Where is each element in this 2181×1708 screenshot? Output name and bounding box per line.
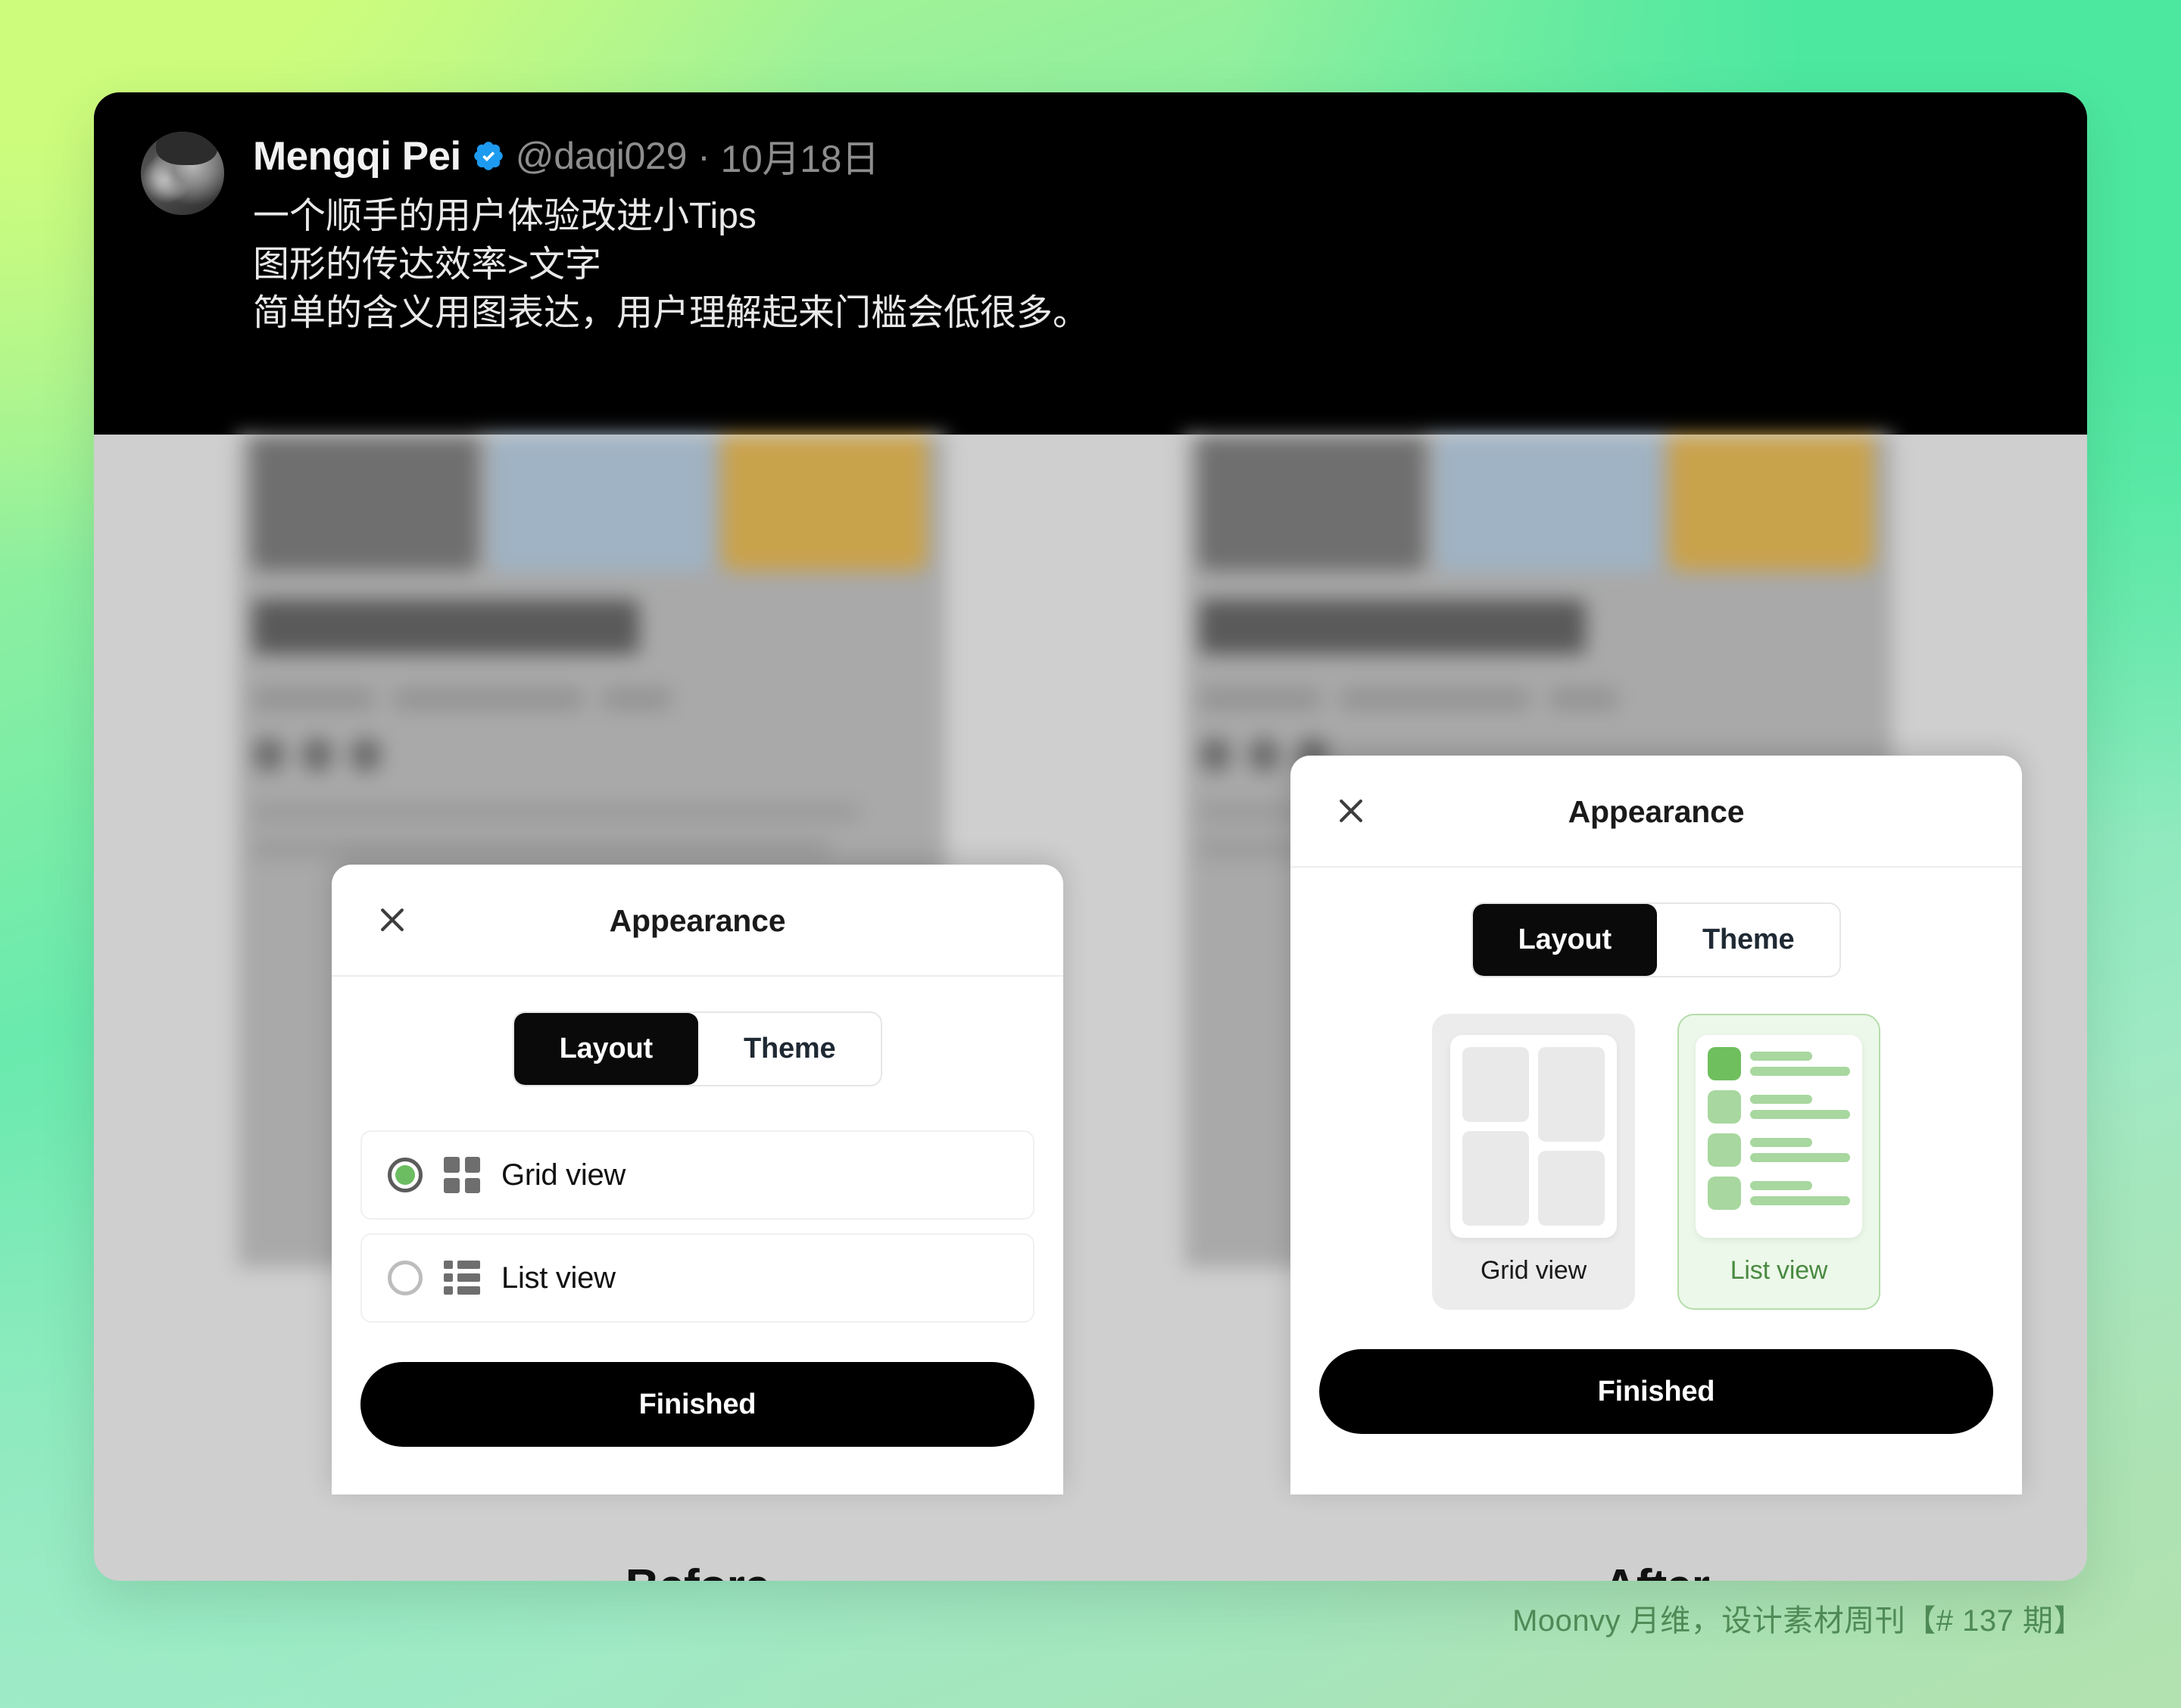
tweet-text-line-3: 简单的含义用图表达，用户理解起来门槛会低很多。: [253, 292, 1090, 333]
tweet-body: Mengqi Pei @daqi029 · 10月18日 一个顺手的用户体验改进…: [253, 127, 1089, 435]
backdrop-meta-chip: [253, 687, 374, 710]
list-preview-row: [1708, 1047, 1850, 1080]
backdrop-meta-chip: [1340, 687, 1530, 710]
sheet-footer: Finished: [332, 1323, 1063, 1447]
sheet-title: Appearance: [609, 903, 786, 938]
tweet-text-line-2: 图形的传达效率>文字: [253, 244, 602, 285]
backdrop-body-line: [253, 803, 859, 822]
verified-badge-icon: [472, 139, 505, 173]
segmented-control: Layout Theme: [1471, 902, 1842, 977]
list-preview-row: [1708, 1133, 1850, 1167]
backdrop-photo: [251, 435, 479, 571]
sheet-footer: Finished: [1290, 1310, 2022, 1434]
radio-grid-view[interactable]: [388, 1158, 423, 1192]
close-icon[interactable]: [374, 902, 410, 938]
handle-date-separator: ·: [697, 135, 710, 177]
sheet-title: Appearance: [1568, 794, 1745, 829]
backdrop-photo-row: [1198, 435, 1880, 571]
backdrop-meta-chip: [1200, 687, 1321, 710]
option-label-grid-view: Grid view: [501, 1158, 626, 1192]
tweet-author-line: Mengqi Pei @daqi029 · 10月18日: [253, 129, 1089, 183]
radio-list-view[interactable]: [388, 1261, 423, 1295]
grid-tile: [1538, 1047, 1605, 1142]
grid-tile: [1462, 1047, 1529, 1123]
backdrop-photo: [1198, 435, 1425, 571]
tab-layout[interactable]: Layout: [1472, 904, 1657, 976]
finished-button[interactable]: Finished: [1319, 1349, 1993, 1434]
backdrop-body-line: [253, 839, 828, 859]
tweet-header: Mengqi Pei @daqi029 · 10月18日 一个顺手的用户体验改进…: [94, 92, 2087, 435]
grid-icon: [444, 1157, 480, 1193]
option-row-grid-view[interactable]: Grid view: [360, 1130, 1034, 1220]
backdrop-photo-row: [251, 435, 933, 571]
backdrop-meta-chip: [394, 687, 583, 710]
list-icon: [444, 1261, 480, 1295]
caption-before: Before: [470, 1560, 925, 1581]
tweet-date[interactable]: 10月18日: [720, 129, 879, 183]
backdrop-dot: [253, 737, 285, 772]
segmented-control-wrapper: Layout Theme: [332, 977, 1063, 1086]
backdrop-photo: [1437, 435, 1657, 571]
grid-tile: [1538, 1150, 1605, 1226]
backdrop-meta-row: [253, 687, 671, 710]
list-preview-row: [1708, 1090, 1850, 1124]
preview-card-label-list-view: List view: [1730, 1256, 1828, 1285]
backdrop-photo: [491, 435, 710, 571]
content-panel: Mengqi Pei @daqi029 · 10月18日 一个顺手的用户体验改进…: [94, 92, 2087, 1581]
backdrop-title-block: [1200, 600, 1586, 654]
backdrop-photo: [722, 435, 927, 571]
tweet-text-line-1: 一个顺手的用户体验改进小Tips: [253, 196, 757, 236]
layout-preview-card-row: Grid view List view: [1290, 977, 2022, 1310]
appearance-sheet-after: Appearance Layout Theme Grid view List v…: [1290, 756, 2022, 1494]
backdrop-photo: [1669, 435, 1874, 571]
grid-tile: [1462, 1131, 1529, 1226]
backdrop-dot-row: [253, 737, 382, 772]
backdrop-meta-row: [1200, 687, 1618, 710]
preview-card-label-grid-view: Grid view: [1481, 1256, 1587, 1285]
sheet-header: Appearance: [1290, 756, 2022, 868]
grid-masonry-preview: [1450, 1035, 1617, 1238]
preview-card-grid-view[interactable]: Grid view: [1432, 1014, 1635, 1310]
tab-theme[interactable]: Theme: [1657, 904, 1839, 976]
sheet-header: Appearance: [332, 865, 1063, 977]
backdrop-dot: [350, 737, 382, 772]
author-name: Mengqi Pei: [253, 133, 461, 179]
option-label-list-view: List view: [501, 1261, 616, 1295]
list-rows-preview: [1696, 1035, 1862, 1238]
list-preview-row: [1708, 1177, 1850, 1210]
close-icon[interactable]: [1333, 793, 1369, 829]
finished-button[interactable]: Finished: [360, 1362, 1034, 1447]
option-row-list-view[interactable]: List view: [360, 1233, 1034, 1323]
backdrop-meta-chip: [603, 687, 671, 710]
layout-option-list: Grid view List view: [332, 1086, 1063, 1323]
tab-layout[interactable]: Layout: [513, 1013, 698, 1085]
backdrop-dot: [1248, 737, 1280, 772]
backdrop-dot: [1200, 737, 1231, 772]
backdrop-title-block: [253, 600, 639, 654]
tab-theme[interactable]: Theme: [698, 1013, 881, 1085]
segmented-control: Layout Theme: [512, 1011, 883, 1086]
backdrop-meta-chip: [1549, 687, 1618, 710]
backdrop-dot: [301, 737, 333, 772]
segmented-control-wrapper: Layout Theme: [1290, 868, 2022, 977]
preview-card-list-view[interactable]: List view: [1677, 1014, 1880, 1310]
author-handle[interactable]: @daqi029: [516, 134, 688, 178]
avatar-photo-detail: [155, 132, 218, 165]
appearance-sheet-before: Appearance Layout Theme Grid view List v…: [332, 865, 1063, 1494]
caption-after: After: [1429, 1560, 1883, 1581]
backdrop-body-lines: [253, 803, 859, 859]
footer-credit: Moonvy 月维，设计素材周刊【# 137 期】: [1512, 1604, 2084, 1638]
avatar[interactable]: [141, 132, 224, 215]
